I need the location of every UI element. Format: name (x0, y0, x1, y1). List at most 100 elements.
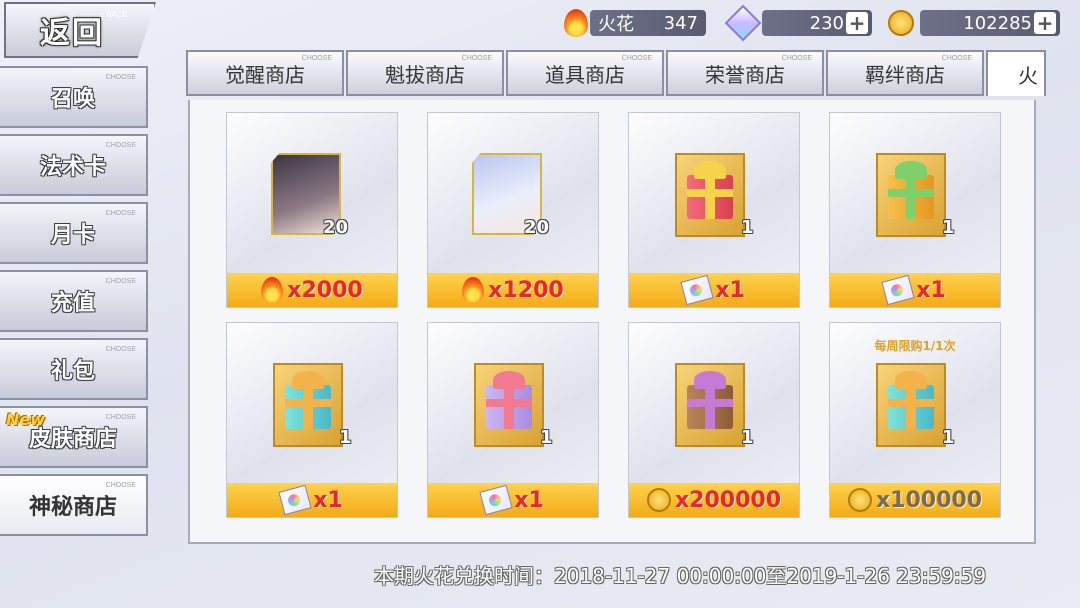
flame-icon (261, 277, 284, 303)
tab-kuiba-shop[interactable]: CHOOSE 魁拔商店 (346, 50, 504, 96)
crystal-icon (724, 4, 762, 42)
choose-tag: CHOOSE (105, 74, 136, 81)
flame-icon (462, 277, 485, 303)
item-price: x1 (514, 487, 544, 513)
choose-tag: CHOOSE (621, 55, 652, 62)
choose-tag: CHOOSE (105, 482, 136, 489)
sidebar-item-recharge[interactable]: CHOOSE 充值 (0, 270, 148, 332)
item-quantity: 1 (942, 427, 955, 448)
price-bar: x200000 (629, 483, 799, 517)
back-button[interactable]: 返回 BACK (4, 2, 156, 58)
tab-bond-shop[interactable]: CHOOSE 羁绊商店 (826, 50, 984, 96)
back-label: 返回 (40, 16, 104, 51)
sidebar-item-mystery-shop[interactable]: CHOOSE 神秘商店 (0, 474, 148, 536)
coin-icon (888, 10, 914, 36)
spark-currency: 火花 347 (562, 8, 706, 38)
gem-currency: 230 + (724, 4, 872, 42)
price-bar: x1200 (428, 273, 598, 307)
back-sub-label: BACK (106, 10, 128, 19)
tab-awakening-shop[interactable]: CHOOSE 觉醒商店 (186, 50, 344, 96)
add-gem-button[interactable]: + (846, 11, 868, 35)
item-quantity: 20 (524, 217, 550, 238)
item-price: x1 (916, 277, 946, 303)
gift-box-icon (474, 363, 544, 447)
tab-label: 魁拔商店 (385, 62, 465, 87)
flame-icon (562, 7, 590, 39)
choose-tag: CHOOSE (105, 414, 136, 421)
new-badge: New (6, 410, 46, 429)
item-quantity: 1 (741, 427, 754, 448)
shop-panel: 20 x2000 20 x1200 1 x1 1 x1 1 x1 1 x1 1 … (188, 100, 1036, 544)
sidebar-item-gift-pack[interactable]: CHOOSE 礼包 (0, 338, 148, 400)
choose-tag: CHOOSE (941, 55, 972, 62)
gift-box-icon (675, 153, 745, 237)
tab-honor-shop[interactable]: CHOOSE 荣誉商店 (666, 50, 824, 96)
price-bar: x1 (830, 273, 1000, 307)
choose-tag: CHOOSE (105, 346, 136, 353)
sidebar-item-label: 神秘商店 (28, 495, 117, 520)
sidebar-item-label: 法术卡 (39, 155, 106, 180)
item-quantity: 1 (942, 217, 955, 238)
exchange-period-text: 本期火花兑换时间：2018-11-27 00:00:00至2019-1-26 2… (374, 564, 987, 588)
choose-tag: CHOOSE (105, 278, 136, 285)
shop-item-card[interactable]: 1 x1 (226, 322, 398, 518)
sidebar-item-label: 月卡 (50, 223, 95, 248)
choose-tag: CHOOSE (781, 55, 812, 62)
spark-value: 347 (663, 12, 698, 34)
choose-tag: CHOOSE (301, 55, 332, 62)
price-bar: x1 (428, 483, 598, 517)
item-quantity: 1 (339, 427, 352, 448)
item-price: x1200 (488, 277, 564, 303)
tab-spark-shop[interactable]: 火 (986, 50, 1046, 96)
item-price: x100000 (875, 487, 983, 513)
card-ticket-icon (881, 274, 915, 306)
item-price: x200000 (674, 487, 782, 513)
gift-box-icon (675, 363, 745, 447)
add-coin-button[interactable]: + (1034, 11, 1056, 35)
sidebar-item-monthly-card[interactable]: CHOOSE 月卡 (0, 202, 148, 264)
sidebar-item-label: 充值 (50, 291, 95, 316)
item-quantity: 20 (323, 217, 349, 238)
sidebar-item-label: 礼包 (50, 359, 95, 384)
item-price: x1 (313, 487, 343, 513)
shop-tabs: CHOOSE 觉醒商店 CHOOSE 魁拔商店 CHOOSE 道具商店 CHOO… (186, 50, 1048, 96)
choose-tag: CHOOSE (461, 55, 492, 62)
sidebar-item-label: 召唤 (50, 87, 95, 112)
price-bar: x100000 (830, 483, 1000, 517)
price-bar: x1 (629, 273, 799, 307)
tab-label: 道具商店 (545, 62, 625, 87)
gem-value: 230 (809, 12, 844, 34)
gift-box-icon (876, 153, 946, 237)
coin-icon (847, 488, 872, 512)
gift-box-icon (273, 363, 343, 447)
tab-label: 火 (1018, 63, 1038, 88)
card-ticket-icon (479, 484, 513, 516)
sidebar-item-summon[interactable]: CHOOSE 召唤 (0, 66, 148, 128)
coin-pill: 102285 + (920, 10, 1060, 36)
tab-label: 羁绊商店 (865, 62, 945, 87)
weekly-limit-label: 每周限购1/1次 (874, 339, 956, 353)
item-price: x2000 (287, 277, 363, 303)
shop-item-card[interactable]: 20 x2000 (226, 112, 398, 308)
shop-item-card[interactable]: 每周限购1/1次 1 x100000 (829, 322, 1001, 518)
shop-item-card[interactable]: 1 x200000 (628, 322, 800, 518)
sidebar: CHOOSE 召唤 CHOOSE 法术卡 CHOOSE 月卡 CHOOSE 充值… (0, 66, 148, 542)
price-bar: x1 (227, 483, 397, 517)
item-price: x1 (715, 277, 745, 303)
shop-item-card[interactable]: 1 x1 (628, 112, 800, 308)
tab-item-shop[interactable]: CHOOSE 道具商店 (506, 50, 664, 96)
choose-tag: CHOOSE (105, 142, 136, 149)
coin-icon (646, 488, 671, 512)
item-quantity: 1 (741, 217, 754, 238)
sidebar-item-spell-card[interactable]: CHOOSE 法术卡 (0, 134, 148, 196)
coin-currency: 102285 + (888, 8, 1060, 38)
sidebar-item-skin-shop[interactable]: New CHOOSE 皮肤商店 (0, 406, 148, 468)
shop-item-card[interactable]: 20 x1200 (427, 112, 599, 308)
shop-item-card[interactable]: 1 x1 (829, 112, 1001, 308)
gem-pill: 230 + (762, 10, 872, 36)
spark-label: 火花 (598, 14, 634, 35)
shop-item-card[interactable]: 1 x1 (427, 322, 599, 518)
coin-value: 102285 (963, 12, 1032, 34)
tab-label: 荣誉商店 (705, 62, 785, 87)
tab-label: 觉醒商店 (225, 62, 305, 87)
